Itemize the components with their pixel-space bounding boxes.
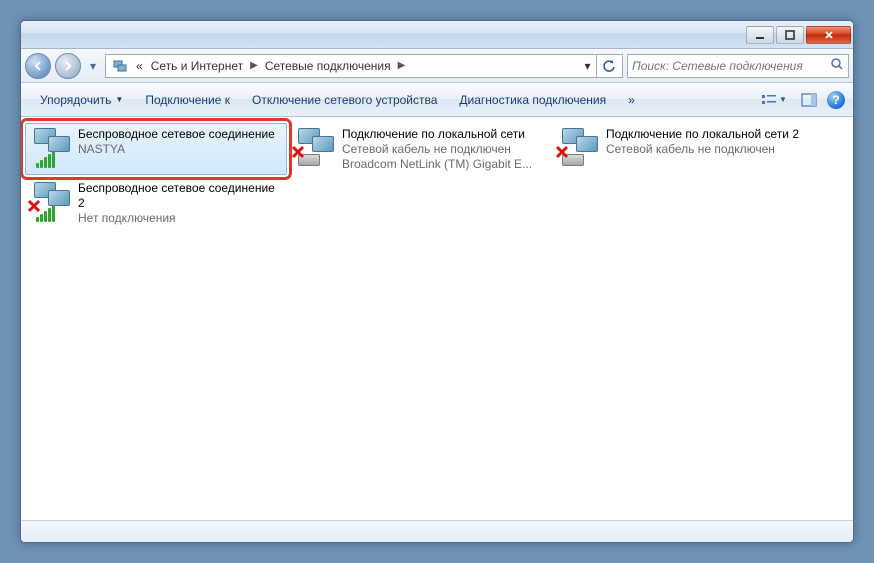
connection-text: Подключение по локальной сети Сетевой ка… [342,126,546,172]
search-input[interactable] [632,59,830,73]
views-button[interactable]: ▼ [753,87,795,113]
connection-item-wireless-1[interactable]: Беспроводное сетевое соединение NASTYA [25,123,287,175]
connection-text: Беспроводное сетевое соединение NASTYA [78,126,282,157]
chevron-right-icon[interactable]: ▶ [395,60,409,71]
address-bar[interactable]: « Сеть и Интернет ▶ Сетевые подключения … [105,54,623,78]
connection-name: Подключение по локальной сети [342,127,546,142]
connection-text: Подключение по локальной сети 2 Сетевой … [606,126,810,157]
chevron-down-icon: ▼ [115,95,123,104]
chevron-right-icon[interactable]: ▶ [247,60,261,71]
disable-label: Отключение сетевого устройства [252,93,437,107]
toolbar-overflow[interactable]: » [617,88,646,112]
connection-name: Беспроводное сетевое соединение [78,127,282,142]
refresh-button[interactable] [596,55,620,77]
lan-disconnected-icon [558,126,602,170]
titlebar [21,21,853,49]
connection-status: Сетевой кабель не подключен [342,142,546,157]
diagnose-button[interactable]: Диагностика подключения [448,88,617,112]
address-dropdown[interactable]: ▾ [578,55,596,77]
connection-item-lan-1[interactable]: Подключение по локальной сети Сетевой ка… [289,123,551,175]
content-area[interactable]: Беспроводное сетевое соединение NASTYA П… [21,117,853,520]
connection-status: Нет подключения [78,211,282,226]
wireless-connected-icon [30,126,74,170]
connect-label: Подключение к [145,93,230,107]
disable-device-button[interactable]: Отключение сетевого устройства [241,88,448,112]
breadcrumb-sep0[interactable]: « [132,55,147,77]
connect-to-button[interactable]: Подключение к [134,88,241,112]
lan-disconnected-icon [294,126,338,170]
toolbar: Упорядочить ▼ Подключение к Отключение с… [21,83,853,117]
search-icon[interactable] [830,57,844,74]
network-icon [111,57,129,75]
search-box[interactable] [627,54,849,78]
close-button[interactable] [806,26,851,44]
wireless-disconnected-icon [30,180,74,224]
organize-label: Упорядочить [40,93,111,107]
connection-name: Подключение по локальной сети 2 [606,127,810,142]
nav-history-dropdown[interactable]: ▾ [85,55,101,77]
forward-button[interactable] [55,53,81,79]
connection-status: Сетевой кабель не подключен [606,142,810,157]
explorer-window: ▾ « Сеть и Интернет ▶ Сетевые подключени… [20,20,854,543]
organize-button[interactable]: Упорядочить ▼ [29,88,134,112]
preview-pane-button[interactable] [795,87,823,113]
status-bar [21,520,853,542]
connection-text: Беспроводное сетевое соединение 2 Нет по… [78,180,282,226]
connection-device: Broadcom NetLink (TM) Gigabit E... [342,157,546,172]
connection-status: NASTYA [78,142,282,157]
help-button[interactable]: ? [827,91,845,109]
minimize-button[interactable] [746,26,774,44]
navbar: ▾ « Сеть и Интернет ▶ Сетевые подключени… [21,49,853,83]
connection-name: Беспроводное сетевое соединение 2 [78,181,282,211]
breadcrumb-network[interactable]: Сеть и Интернет [147,55,247,77]
diagnose-label: Диагностика подключения [459,93,606,107]
breadcrumb-connections[interactable]: Сетевые подключения [261,55,395,77]
back-button[interactable] [25,53,51,79]
maximize-button[interactable] [776,26,804,44]
connection-item-wireless-2[interactable]: Беспроводное сетевое соединение 2 Нет по… [25,177,287,229]
connection-item-lan-2[interactable]: Подключение по локальной сети 2 Сетевой … [553,123,815,175]
